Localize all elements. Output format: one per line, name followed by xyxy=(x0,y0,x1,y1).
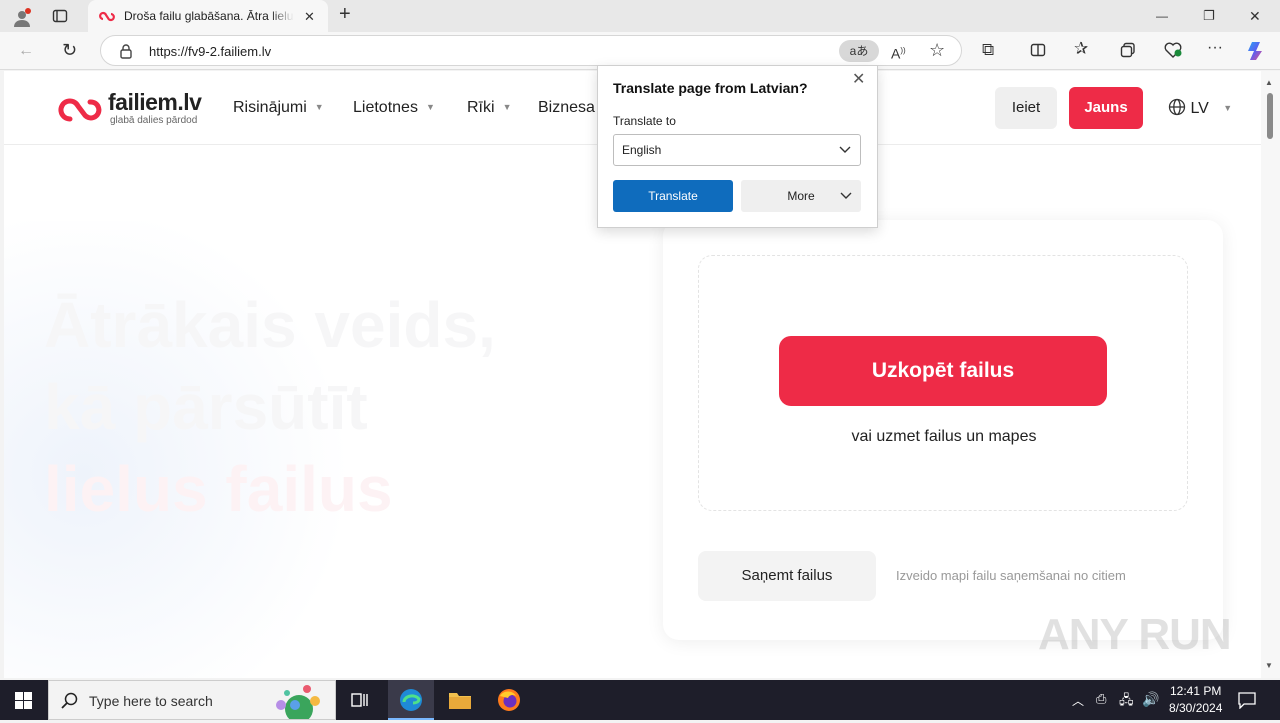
restore-icon[interactable]: ❐ xyxy=(1203,8,1215,24)
language-selector[interactable]: LV ▼ xyxy=(1168,98,1232,121)
more-options-label: More xyxy=(787,189,815,203)
language-label: LV xyxy=(1190,100,1209,117)
translate-icon[interactable]: aあ xyxy=(839,40,879,62)
scroll-up-icon[interactable]: ▲ xyxy=(1265,75,1273,91)
caret-down-icon: ▼ xyxy=(425,102,435,112)
globe-icon xyxy=(1168,98,1186,121)
back-icon[interactable]: ← xyxy=(18,43,34,59)
target-language-select[interactable]: English xyxy=(613,134,861,166)
more-menu-icon[interactable]: ··· xyxy=(1207,40,1223,56)
browser-tab-bar: Droša failu glabāšana. Ātra lielu f ✕ + … xyxy=(0,0,1280,32)
profile-icon[interactable] xyxy=(12,8,32,32)
hero-word-failus: failus xyxy=(225,453,393,525)
scroll-down-icon[interactable]: ▼ xyxy=(1265,658,1273,674)
drag-drop-hint: vai uzmet failus un mapes xyxy=(851,428,1037,445)
search-highlight-icon xyxy=(263,683,333,723)
refresh-icon[interactable]: ↻ xyxy=(62,41,77,59)
nav-label: Lietotnes xyxy=(353,99,418,116)
new-tab-icon[interactable]: + xyxy=(339,4,351,24)
notifications-icon[interactable] xyxy=(1238,691,1256,713)
split-screen-icon[interactable] xyxy=(1030,42,1046,62)
nav-item-lietotnes[interactable]: Lietotnes ▼ xyxy=(353,99,435,117)
firefox-icon[interactable] xyxy=(497,688,521,716)
favorites-icon[interactable]: ✰ xyxy=(1074,40,1088,57)
clock-time[interactable]: 12:41 PM xyxy=(1170,684,1221,698)
chevron-down-icon xyxy=(839,180,853,225)
hero-heading: Ātrākais veids, kā pārsūtīt lielus failu… xyxy=(44,284,496,530)
tab-title: Droša failu glabāšana. Ātra lielu f xyxy=(124,9,294,23)
translate-button[interactable]: Translate xyxy=(613,180,733,212)
hero-word-lielus: lielus xyxy=(44,453,208,525)
receive-files-description: Izveido mapi failu saņemšanai no citiem xyxy=(896,568,1126,583)
windows-taskbar: Type here to search ︿ ⎙ 🖧 🔊 12:41 PM 8/3… xyxy=(0,680,1280,723)
extensions-icon[interactable]: ⧉ xyxy=(982,41,994,58)
windows-start-icon[interactable] xyxy=(15,692,32,713)
task-view-icon[interactable] xyxy=(351,691,369,713)
close-tab-icon[interactable]: ✕ xyxy=(304,9,315,25)
minimize-icon[interactable]: — xyxy=(1156,8,1168,24)
taskbar-search[interactable]: Type here to search xyxy=(48,680,336,723)
receive-files-button[interactable]: Saņemt failus xyxy=(698,551,876,601)
page-scrollbar[interactable]: ▲ ▼ xyxy=(1261,71,1280,678)
upload-files-button[interactable]: Uzkopēt failus xyxy=(779,336,1107,406)
show-hidden-icons-icon[interactable]: ︿ xyxy=(1072,692,1084,709)
close-icon[interactable]: ✕ xyxy=(852,72,865,88)
logo-cloud-icon xyxy=(58,98,102,122)
logo-text: failiem.lv xyxy=(108,89,202,115)
watermark: ANY RUN xyxy=(1038,610,1232,659)
browser-essentials-icon[interactable] xyxy=(1164,42,1182,62)
logo-tagline: glabā dalies pārdod xyxy=(110,115,198,126)
copilot-icon[interactable] xyxy=(1246,40,1268,66)
active-tab[interactable]: Droša failu glabāšana. Ātra lielu f ✕ xyxy=(88,0,328,32)
edge-browser-icon xyxy=(399,688,423,716)
volume-icon[interactable]: 🔊 xyxy=(1142,691,1159,708)
collections-icon[interactable] xyxy=(1120,42,1136,62)
site-favicon-icon xyxy=(98,9,116,27)
nav-item-riki[interactable]: Rīki ▼ xyxy=(467,99,511,117)
read-aloud-icon[interactable]: A)) xyxy=(891,43,906,62)
target-language-value: English xyxy=(622,143,662,157)
network-icon[interactable]: 🖧 xyxy=(1119,691,1134,713)
caret-down-icon: ▼ xyxy=(502,102,512,112)
lock-icon[interactable] xyxy=(119,43,133,63)
nav-label: Rīki xyxy=(467,99,495,116)
search-icon xyxy=(61,692,78,713)
translate-popup: Translate page from Latvian? ✕ Translate… xyxy=(597,65,878,228)
tab-actions-icon[interactable] xyxy=(52,8,68,28)
signup-button[interactable]: Jauns xyxy=(1069,87,1143,129)
nav-label: Risinājumi xyxy=(233,99,307,116)
file-explorer-icon[interactable] xyxy=(448,689,472,715)
search-placeholder: Type here to search xyxy=(89,693,213,709)
hero-line-2: kā pārsūtīt xyxy=(44,371,368,443)
favorite-star-icon[interactable]: ☆ xyxy=(929,41,945,59)
clock-date[interactable]: 8/30/2024 xyxy=(1169,701,1222,715)
caret-down-icon: ▼ xyxy=(314,102,324,112)
address-bar[interactable]: https://fv9-2.failiem.lv aあ A)) ☆ xyxy=(100,35,962,66)
translate-to-label: Translate to xyxy=(613,114,676,128)
login-button[interactable]: Ieiet xyxy=(995,87,1057,129)
translate-popup-title: Translate page from Latvian? xyxy=(613,80,808,96)
nav-item-risinajumi[interactable]: Risinājumi ▼ xyxy=(233,99,324,117)
hero-line-1: Ātrākais veids, xyxy=(44,289,496,361)
nav-label: Biznesa xyxy=(538,99,595,116)
close-window-icon[interactable]: ✕ xyxy=(1249,8,1261,24)
nav-item-biznesa[interactable]: Biznesa xyxy=(538,99,595,117)
url-text[interactable]: https://fv9-2.failiem.lv xyxy=(149,44,271,59)
upload-card: Uzkopēt failus vai uzmet failus un mapes… xyxy=(663,220,1223,640)
more-options-button[interactable]: More xyxy=(741,180,861,212)
file-drop-zone[interactable]: Uzkopēt failus vai uzmet failus un mapes xyxy=(698,255,1188,511)
hero-line-3: lielus failus xyxy=(44,448,496,530)
caret-down-icon: ▼ xyxy=(1223,103,1233,113)
scroll-thumb[interactable] xyxy=(1267,93,1273,139)
chevron-down-icon xyxy=(838,135,852,177)
site-logo[interactable]: failiem.lv glabā dalies pārdod xyxy=(56,89,216,129)
device-icon[interactable]: ⎙ xyxy=(1096,691,1106,707)
taskbar-edge-app[interactable] xyxy=(388,680,434,720)
